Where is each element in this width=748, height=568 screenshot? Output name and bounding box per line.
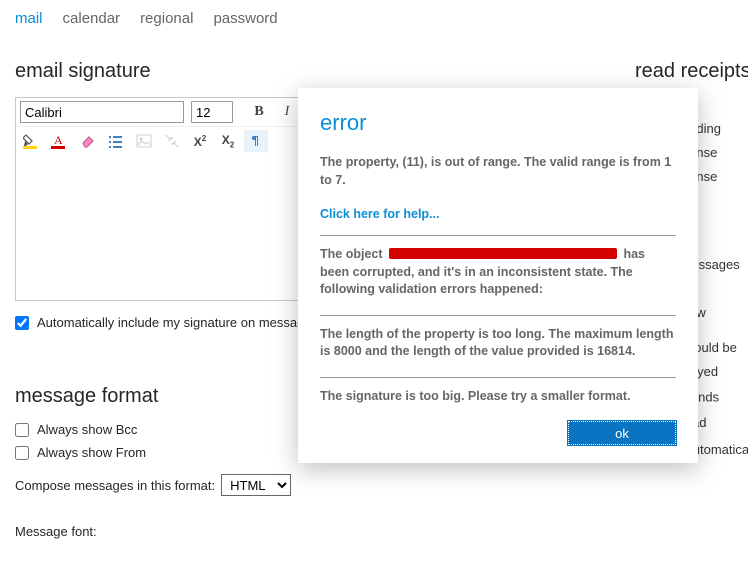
read-receipts-title: read receipts (635, 60, 748, 83)
italic-button[interactable]: I (275, 101, 299, 123)
auto-signature-checkbox[interactable] (15, 316, 29, 330)
tab-calendar[interactable]: calendar (63, 10, 121, 27)
help-link[interactable]: Click here for help... (320, 207, 439, 221)
divider (320, 315, 676, 316)
ok-button[interactable]: ok (568, 421, 676, 445)
error-message-3: The length of the property is too long. … (320, 326, 676, 361)
insert-image-icon[interactable] (132, 130, 156, 152)
always-from-checkbox[interactable] (15, 446, 29, 460)
error-title: error (320, 110, 676, 136)
compose-format-select[interactable]: HTML (221, 474, 291, 496)
paragraph-marks-icon[interactable] (244, 130, 268, 152)
highlight-color-icon[interactable] (20, 130, 44, 152)
error-message-1: The property, (11), is out of range. The… (320, 154, 676, 189)
message-font-label: Message font: (15, 524, 625, 539)
svg-text:A: A (54, 133, 63, 147)
always-bcc-label: Always show Bcc (37, 422, 137, 437)
error-message-2: The object has been corrupted, and it's … (320, 246, 676, 299)
subscript-icon[interactable]: X2 (216, 130, 240, 152)
tab-regional[interactable]: regional (140, 10, 193, 27)
settings-tabs: mail calendar regional password (0, 0, 748, 35)
bullets-icon[interactable] (104, 130, 128, 152)
compose-format-row: Compose messages in this format: HTML (15, 474, 625, 496)
divider (320, 235, 676, 236)
redacted-text (389, 248, 617, 259)
font-color-icon[interactable]: A (48, 130, 72, 152)
compose-format-label: Compose messages in this format: (15, 478, 215, 493)
tab-password[interactable]: password (213, 10, 277, 27)
eraser-icon[interactable] (76, 130, 100, 152)
always-from-label: Always show From (37, 445, 146, 460)
always-bcc-checkbox[interactable] (15, 423, 29, 437)
bold-button[interactable]: B (247, 101, 271, 123)
font-size-select[interactable] (191, 101, 233, 123)
error-message-4: The signature is too big. Please try a s… (320, 388, 676, 406)
email-signature-title: email signature (15, 60, 625, 83)
error-dialog: error The property, (11), is out of rang… (298, 88, 698, 463)
tab-mail[interactable]: mail (15, 10, 43, 27)
unlink-icon[interactable] (160, 130, 184, 152)
divider (320, 377, 676, 378)
superscript-icon[interactable]: X2 (188, 130, 212, 152)
font-select[interactable] (20, 101, 184, 123)
